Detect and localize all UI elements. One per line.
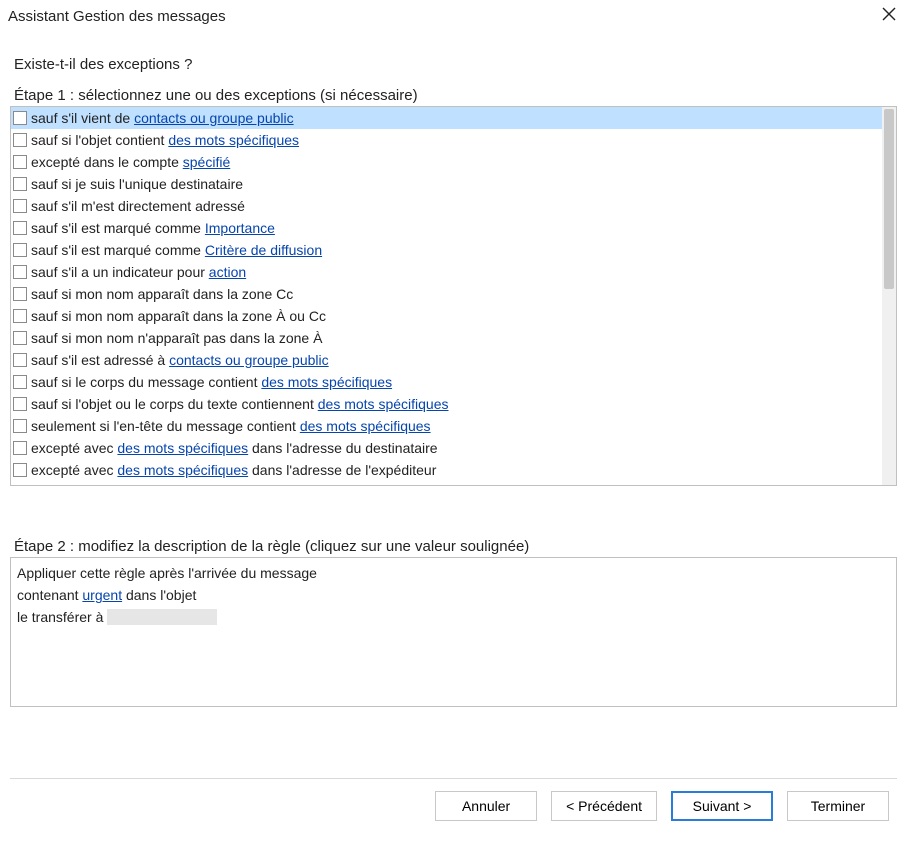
footer-separator: [10, 778, 897, 779]
exception-checkbox[interactable]: [13, 353, 27, 367]
exception-checkbox[interactable]: [13, 309, 27, 323]
exception-row[interactable]: sauf s'il est marqué comme Critère de di…: [11, 239, 882, 261]
exception-text: sauf si l'objet contient des mots spécif…: [31, 132, 299, 148]
exception-checkbox[interactable]: [13, 221, 27, 235]
next-button[interactable]: Suivant >: [671, 791, 773, 821]
description-line-1: Appliquer cette règle après l'arrivée du…: [17, 562, 890, 584]
footer-buttons: Annuler < Précédent Suivant > Terminer: [10, 789, 897, 831]
description-line-2: contenant urgent dans l'objet: [17, 584, 890, 606]
exception-row[interactable]: sauf s'il est marqué comme Importance: [11, 217, 882, 239]
exception-checkbox[interactable]: [13, 133, 27, 147]
exception-link[interactable]: Catégorie: [244, 484, 305, 485]
exception-row[interactable]: sauf s'il est assigné à la catégorie Cat…: [11, 481, 882, 485]
exception-link[interactable]: action: [209, 264, 246, 280]
exception-text: sauf si l'objet ou le corps du texte con…: [31, 396, 448, 412]
exception-checkbox[interactable]: [13, 375, 27, 389]
exception-text: sauf si mon nom apparaît dans la zone Cc: [31, 286, 293, 302]
exception-checkbox[interactable]: [13, 419, 27, 433]
scrollbar[interactable]: [882, 107, 896, 485]
exception-checkbox[interactable]: [13, 177, 27, 191]
exceptions-listbox[interactable]: sauf s'il vient de contacts ou groupe pu…: [10, 106, 897, 486]
finish-button[interactable]: Terminer: [787, 791, 889, 821]
step2-label: Étape 2 : modifiez la description de la …: [14, 538, 897, 555]
exception-text: sauf s'il m'est directement adressé: [31, 198, 245, 214]
titlebar: Assistant Gestion des messages: [0, 0, 907, 38]
exception-row[interactable]: excepté avec des mots spécifiques dans l…: [11, 437, 882, 459]
content-area: Existe-t-il des exceptions ? Étape 1 : s…: [0, 38, 907, 841]
description-line-3: le transférer à: [17, 606, 890, 628]
rule-description-box[interactable]: Appliquer cette règle après l'arrivée du…: [10, 557, 897, 707]
exception-text: sauf s'il est marqué comme Critère de di…: [31, 242, 322, 258]
exception-link[interactable]: contacts ou groupe public: [169, 352, 329, 368]
exception-text: excepté dans le compte spécifié: [31, 154, 230, 170]
exception-text: sauf s'il est assigné à la catégorie Cat…: [31, 484, 305, 485]
exception-link[interactable]: des mots spécifiques: [117, 440, 248, 456]
exception-link[interactable]: des mots spécifiques: [117, 462, 248, 478]
exception-row[interactable]: sauf si l'objet contient des mots spécif…: [11, 129, 882, 151]
exception-row[interactable]: seulement si l'en-tête du message contie…: [11, 415, 882, 437]
window-title: Assistant Gestion des messages: [8, 8, 226, 25]
link-urgent[interactable]: urgent: [82, 587, 122, 603]
exception-row[interactable]: sauf si le corps du message contient des…: [11, 371, 882, 393]
exception-checkbox[interactable]: [13, 463, 27, 477]
exception-row[interactable]: sauf si mon nom apparaît dans la zone À …: [11, 305, 882, 327]
back-button[interactable]: < Précédent: [551, 791, 657, 821]
exception-row[interactable]: sauf s'il m'est directement adressé: [11, 195, 882, 217]
exception-link[interactable]: spécifié: [183, 154, 230, 170]
exception-text: sauf s'il a un indicateur pour action: [31, 264, 246, 280]
exception-row[interactable]: sauf s'il vient de contacts ou groupe pu…: [11, 107, 882, 129]
exception-text: excepté avec des mots spécifiques dans l…: [31, 440, 438, 456]
question-label: Existe-t-il des exceptions ?: [14, 56, 897, 73]
exception-row[interactable]: sauf s'il est adressé à contacts ou grou…: [11, 349, 882, 371]
exception-link[interactable]: des mots spécifiques: [318, 396, 449, 412]
scrollbar-thumb[interactable]: [884, 109, 894, 289]
exception-row[interactable]: sauf si je suis l'unique destinataire: [11, 173, 882, 195]
exception-text: sauf si le corps du message contient des…: [31, 374, 392, 390]
exception-text: seulement si l'en-tête du message contie…: [31, 418, 431, 434]
rules-wizard-window: Assistant Gestion des messages Existe-t-…: [0, 0, 907, 841]
exception-link[interactable]: des mots spécifiques: [168, 132, 299, 148]
exception-row[interactable]: sauf s'il a un indicateur pour action: [11, 261, 882, 283]
close-icon[interactable]: [881, 6, 897, 26]
exception-checkbox[interactable]: [13, 155, 27, 169]
cancel-button[interactable]: Annuler: [435, 791, 537, 821]
exception-row[interactable]: sauf si l'objet ou le corps du texte con…: [11, 393, 882, 415]
step1-label: Étape 1 : sélectionnez une ou des except…: [14, 87, 897, 104]
exception-checkbox[interactable]: [13, 111, 27, 125]
exception-link[interactable]: contacts ou groupe public: [134, 110, 294, 126]
exception-link[interactable]: des mots spécifiques: [261, 374, 392, 390]
exception-link[interactable]: Importance: [205, 220, 275, 236]
exception-text: excepté avec des mots spécifiques dans l…: [31, 462, 436, 478]
exception-checkbox[interactable]: [13, 397, 27, 411]
exception-checkbox[interactable]: [13, 331, 27, 345]
exception-row[interactable]: excepté avec des mots spécifiques dans l…: [11, 459, 882, 481]
exception-checkbox[interactable]: [13, 441, 27, 455]
exception-checkbox[interactable]: [13, 265, 27, 279]
exception-checkbox[interactable]: [13, 199, 27, 213]
exception-text: sauf s'il vient de contacts ou groupe pu…: [31, 110, 294, 126]
exception-row[interactable]: excepté dans le compte spécifié: [11, 151, 882, 173]
exception-text: sauf si mon nom apparaît dans la zone À …: [31, 308, 326, 324]
forward-target-masked[interactable]: [107, 609, 217, 625]
exception-row[interactable]: sauf si mon nom apparaît dans la zone Cc: [11, 283, 882, 305]
exception-link[interactable]: Critère de diffusion: [205, 242, 322, 258]
exception-checkbox[interactable]: [13, 243, 27, 257]
exception-text: sauf s'il est adressé à contacts ou grou…: [31, 352, 329, 368]
exception-checkbox[interactable]: [13, 287, 27, 301]
exception-text: sauf s'il est marqué comme Importance: [31, 220, 275, 236]
exception-link[interactable]: des mots spécifiques: [300, 418, 431, 434]
exception-text: sauf si je suis l'unique destinataire: [31, 176, 243, 192]
exception-row[interactable]: sauf si mon nom n'apparaît pas dans la z…: [11, 327, 882, 349]
exception-text: sauf si mon nom n'apparaît pas dans la z…: [31, 330, 322, 346]
